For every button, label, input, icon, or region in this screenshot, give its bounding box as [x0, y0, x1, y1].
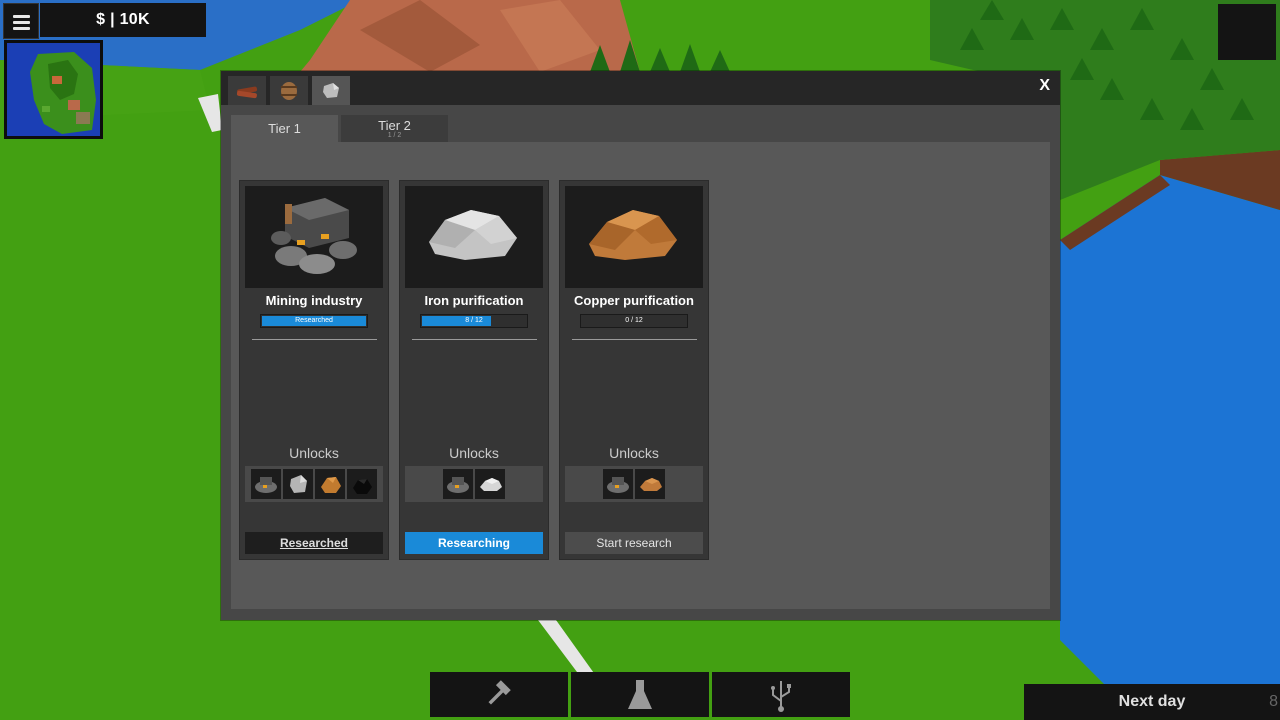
hammer-icon [488, 679, 511, 705]
researching-button[interactable]: Researching [405, 532, 543, 554]
barrel-icon [281, 82, 297, 100]
coal-icon[interactable] [347, 469, 377, 499]
unlocks-label: Unlocks [289, 445, 339, 461]
research-panel: X Tier 1 Tier 2 1 / 2 Mining industry Re… [221, 71, 1060, 620]
mine-icon[interactable] [251, 469, 281, 499]
card-title: Mining industry [265, 293, 363, 308]
hamburger-menu-icon [13, 15, 30, 18]
category-tab-wood[interactable] [228, 76, 266, 105]
stone-ore-icon[interactable] [283, 469, 313, 499]
category-tab-barrel[interactable] [270, 76, 308, 105]
mine-icon[interactable] [603, 469, 633, 499]
mining-industry-image [245, 186, 383, 288]
divider [252, 339, 377, 340]
unlock-items [405, 466, 543, 502]
unlocks-label: Unlocks [449, 445, 499, 461]
menu-button[interactable] [3, 3, 39, 39]
next-day-button[interactable]: Next day 8 [1024, 684, 1280, 720]
progress-text: Researched [295, 317, 333, 324]
close-button[interactable]: X [1039, 77, 1050, 95]
progress-text: 0 / 12 [625, 317, 643, 324]
minimap-image [7, 43, 100, 136]
divider [412, 339, 537, 340]
copper-purification-image [565, 186, 703, 288]
unlocks-label: Unlocks [609, 445, 659, 461]
flask-icon [628, 679, 652, 709]
top-right-panel[interactable] [1218, 4, 1276, 60]
minimap[interactable] [4, 40, 103, 139]
unlock-items [565, 466, 703, 502]
tab-tier-1[interactable]: Tier 1 [231, 115, 338, 145]
panel-header: X [221, 71, 1060, 105]
iron-purification-image [405, 186, 543, 288]
researched-button[interactable]: Researched [245, 532, 383, 554]
category-tab-stone[interactable] [312, 76, 350, 105]
start-research-button[interactable]: Start research [565, 532, 703, 554]
network-button[interactable] [712, 672, 850, 717]
day-counter: 8 [1269, 693, 1278, 710]
tab-tier-2[interactable]: Tier 2 1 / 2 [341, 115, 448, 142]
progress-text: 8 / 12 [465, 317, 483, 324]
unlock-items [245, 466, 383, 502]
research-progress-bar: 8 / 12 [420, 314, 528, 328]
next-day-label: Next day [1118, 693, 1186, 710]
research-button[interactable] [571, 672, 709, 717]
card-title: Copper purification [574, 293, 694, 308]
wood-logs-icon [236, 86, 258, 99]
research-card-iron-purification: Iron purification 8 / 12 Unlocks Researc… [399, 180, 549, 560]
iron-pile-icon[interactable] [475, 469, 505, 499]
copper-ore-icon[interactable] [315, 469, 345, 499]
copper-pile-icon[interactable] [635, 469, 665, 499]
tab-tier-2-progress: 1 / 2 [387, 132, 402, 139]
research-progress-bar: Researched [260, 314, 368, 328]
mine-icon[interactable] [443, 469, 473, 499]
card-title: Iron purification [424, 293, 524, 308]
money-display: $ | 10K [40, 3, 206, 37]
divider [572, 339, 697, 340]
usb-network-icon [771, 680, 791, 712]
build-button[interactable] [430, 672, 568, 717]
research-card-mining-industry: Mining industry Researched Unlocks Resea… [239, 180, 389, 560]
tab-tier-2-label: Tier 2 [378, 118, 411, 133]
research-progress-bar: 0 / 12 [580, 314, 688, 328]
research-card-copper-purification: Copper purification 0 / 12 Unlocks Start… [559, 180, 709, 560]
tab-tier-1-label: Tier 1 [268, 121, 301, 136]
stone-icon [323, 83, 339, 98]
